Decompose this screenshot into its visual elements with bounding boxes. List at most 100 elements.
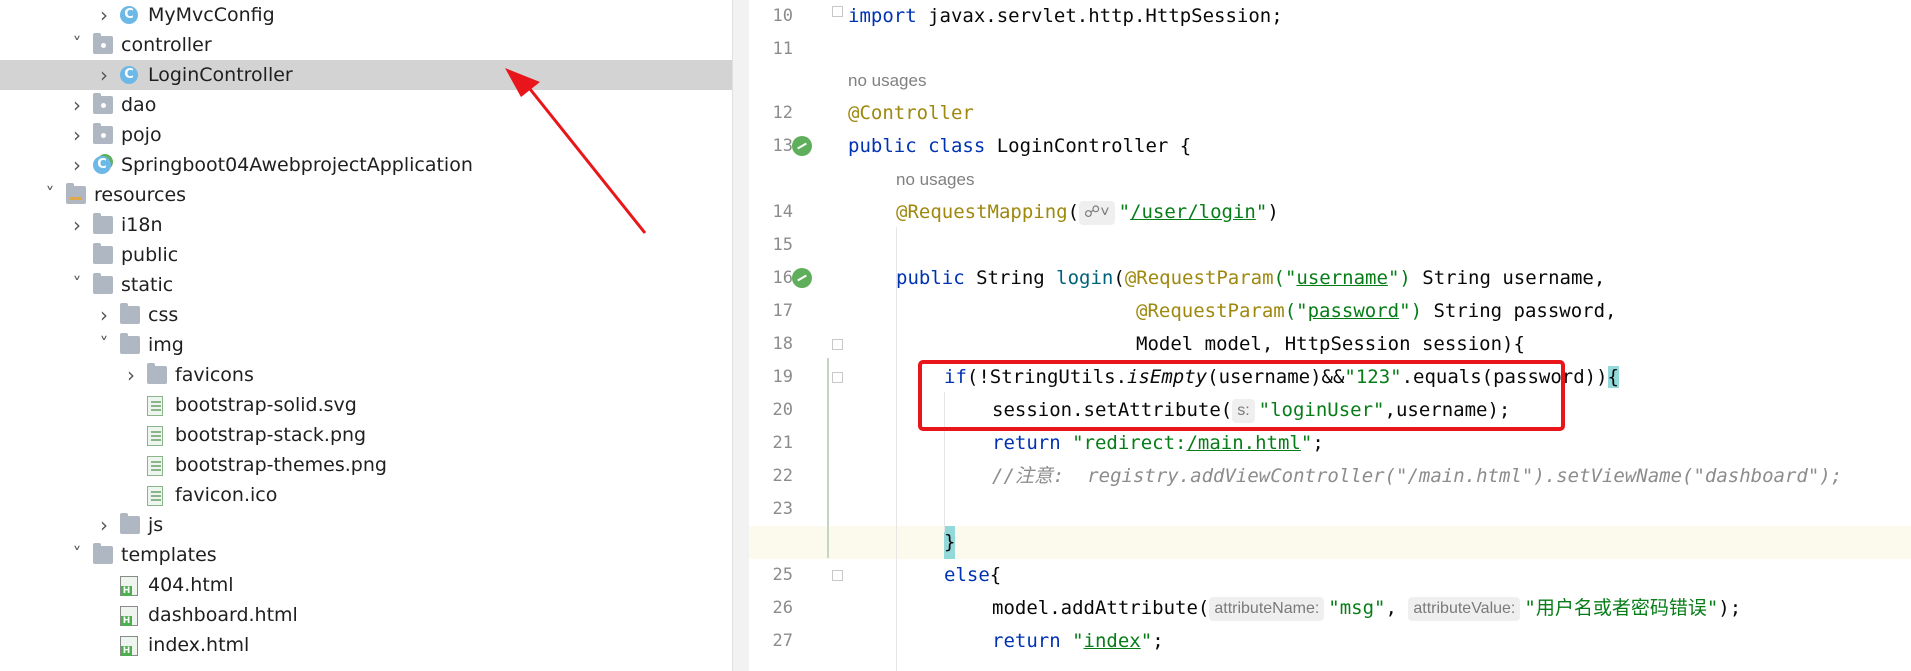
highlight-box-annotation: [918, 360, 1565, 431]
html-file-icon: [120, 606, 138, 626]
folder-icon: [120, 303, 140, 324]
html-file-icon: [120, 576, 138, 596]
tree-item-static[interactable]: ˅ static: [0, 270, 748, 300]
folder-icon: [93, 213, 113, 234]
file-icon: [147, 396, 163, 416]
tree-item-favicons[interactable]: › favicons: [0, 360, 748, 390]
tree-item-label: pojo: [121, 124, 162, 146]
chevron-right-icon[interactable]: ›: [94, 60, 114, 90]
tree-item-i18n[interactable]: › i18n: [0, 210, 748, 240]
tree-item-label: LoginController: [148, 64, 293, 86]
spring-boot-class-icon: C: [93, 156, 111, 174]
tree-item-dao[interactable]: › dao: [0, 90, 748, 120]
file-icon: [147, 426, 163, 446]
tree-item-pojo[interactable]: › pojo: [0, 120, 748, 150]
chevron-down-icon[interactable]: ˅: [94, 330, 114, 360]
resources-folder-icon: [66, 183, 86, 204]
chevron-down-icon[interactable]: ˅: [67, 270, 87, 300]
tree-item-label: 404.html: [148, 574, 234, 596]
tree-item-img[interactable]: ˅ img: [0, 330, 748, 360]
tree-item-index-html[interactable]: index.html: [0, 630, 748, 660]
tree-item-404-html[interactable]: 404.html: [0, 570, 748, 600]
tree-item-templates[interactable]: ˅ templates: [0, 540, 748, 570]
class-icon: C: [120, 6, 138, 24]
code-line-18: Model model, HttpSession session){: [1136, 333, 1525, 355]
code-line-22: //注意: registry.addViewController("/main.…: [992, 465, 1843, 487]
no-usages-hint[interactable]: no usages: [848, 64, 926, 97]
line-number[interactable]: 23: [749, 493, 793, 526]
chevron-right-icon[interactable]: ›: [67, 150, 87, 180]
chevron-right-icon[interactable]: ›: [67, 210, 87, 240]
folder-icon: [93, 543, 113, 564]
code-line-13: public class LoginController {: [848, 135, 1192, 157]
tree-item-springboot04awebprojectapplication[interactable]: › C Springboot04AwebprojectApplication: [0, 150, 748, 180]
code-line-10: import javax.servlet.http.HttpSession;: [848, 5, 1283, 27]
project-tree-panel: › C MyMvcConfig ˅ controller › C LoginControlle…: [0, 0, 748, 671]
tree-item-bootstrap-solid-svg[interactable]: bootstrap-solid.svg: [0, 390, 748, 420]
tree-item-label: bootstrap-stack.png: [175, 424, 367, 446]
no-usages-hint[interactable]: no usages: [896, 163, 974, 196]
tree-item-label: MyMvcConfig: [148, 4, 275, 26]
vcs-change-marker[interactable]: [827, 358, 829, 558]
folder-icon: [120, 513, 140, 534]
folder-icon: [93, 273, 113, 294]
tree-item-js[interactable]: › js: [0, 510, 748, 540]
html-file-icon: [120, 636, 138, 656]
folder-icon: [93, 243, 113, 264]
tree-item-resources[interactable]: ˅ resources: [0, 180, 748, 210]
tree-item-css[interactable]: › css: [0, 300, 748, 330]
package-folder-icon: [93, 93, 113, 114]
tree-item-label: Springboot04AwebprojectApplication: [121, 154, 473, 176]
package-folder-icon: [93, 33, 113, 54]
chevron-down-icon[interactable]: ˅: [67, 540, 87, 570]
code-line-14: @RequestMapping(☍˅ "/user/login"): [896, 201, 1279, 225]
tree-item-controller[interactable]: ˅ controller: [0, 30, 748, 60]
tree-item-label: img: [148, 334, 184, 356]
code-line-16: public String login(@RequestParam("usern…: [896, 267, 1606, 289]
tree-item-dashboard-html[interactable]: dashboard.html: [0, 600, 748, 630]
tree-item-label: index.html: [148, 634, 250, 656]
chevron-right-icon[interactable]: ›: [94, 0, 114, 30]
parameter-hint: attributeValue:: [1408, 597, 1521, 621]
tree-item-bootstrap-stack-png[interactable]: bootstrap-stack.png: [0, 420, 748, 450]
chevron-down-icon[interactable]: ˅: [40, 180, 60, 210]
chevron-right-icon[interactable]: ›: [67, 120, 87, 150]
tree-item-label: templates: [121, 544, 217, 566]
globe-icon[interactable]: ☍˅: [1079, 201, 1115, 225]
file-icon: [147, 486, 163, 506]
tree-item-label: controller: [121, 34, 212, 56]
code-line-27: return "index";: [992, 630, 1164, 652]
tree-item-public[interactable]: public: [0, 240, 748, 270]
tree-item-label: static: [121, 274, 174, 296]
folder-icon: [147, 363, 167, 384]
line-number[interactable]: 11: [749, 33, 793, 66]
indent-guide: [896, 227, 897, 671]
tree-item-logincontroller[interactable]: › C LoginController: [0, 60, 748, 90]
code-line-12: @Controller: [848, 102, 974, 124]
tree-item-label: js: [148, 514, 164, 536]
chevron-right-icon[interactable]: ›: [94, 510, 114, 540]
chevron-right-icon[interactable]: ›: [67, 90, 87, 120]
tree-item-label: bootstrap-themes.png: [175, 454, 387, 476]
chevron-right-icon[interactable]: ›: [94, 300, 114, 330]
parameter-hint: attributeName:: [1209, 597, 1325, 621]
tree-item-mymvcconfig[interactable]: › C MyMvcConfig: [0, 0, 748, 30]
line-number[interactable]: 15: [749, 229, 793, 262]
tree-item-label: bootstrap-solid.svg: [175, 394, 357, 416]
tree-item-label: css: [148, 304, 179, 326]
tree-item-bootstrap-themes-png[interactable]: bootstrap-themes.png: [0, 450, 748, 480]
chevron-right-icon[interactable]: ›: [121, 360, 141, 390]
tree-item-label: resources: [94, 184, 187, 206]
tree-item-label: dao: [121, 94, 157, 116]
tree-item-label: favicon.ico: [175, 484, 278, 506]
package-folder-icon: [93, 123, 113, 144]
code-line-21: return "redirect:/main.html";: [992, 432, 1324, 454]
class-icon: C: [120, 66, 138, 84]
panel-splitter[interactable]: [732, 0, 749, 671]
file-icon: [147, 456, 163, 476]
code-line-25: else{: [944, 564, 1002, 586]
code-editor[interactable]: 101112131415161718192021222324252627 imp…: [749, 0, 1911, 671]
chevron-down-icon[interactable]: ˅: [67, 30, 87, 60]
tree-item-favicon-ico[interactable]: favicon.ico: [0, 480, 748, 510]
tree-item-label: i18n: [121, 214, 163, 236]
